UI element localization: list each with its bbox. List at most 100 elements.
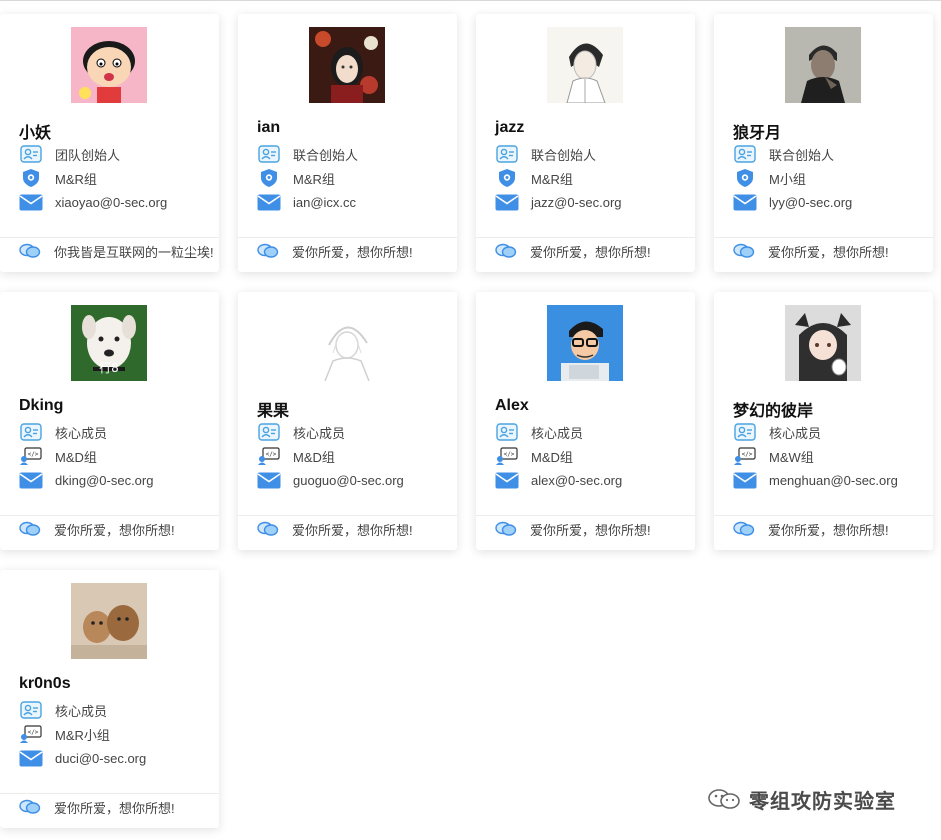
shield-icon [495, 168, 519, 188]
email-row: jazz@0-sec.org [495, 191, 622, 213]
code-person-icon: </> [19, 724, 43, 744]
member-card-3[interactable]: jazz 联合创始人 M&R组 jazz@0-sec.org 爱你所爱，想你所想… [476, 14, 695, 272]
group-label: M&R组 [55, 171, 97, 187]
role-label: 核心成员 [531, 425, 584, 441]
group-label: M&D组 [293, 449, 335, 465]
group-row: </> M&D组 [19, 445, 97, 467]
card-divider [714, 515, 933, 516]
avatar-anime-hood-girl [785, 305, 861, 381]
motto-row: 爱你所爱，想你所想! [257, 518, 413, 540]
avatar-caption: 行8 [99, 361, 119, 375]
watermark-text: 零组攻防实验室 [749, 790, 896, 813]
group-row: </> M&D组 [257, 445, 335, 467]
group-row: M&R组 [495, 167, 573, 189]
chat-bubbles-icon [257, 521, 279, 537]
avatar-sketch-boy [547, 27, 623, 103]
role-label: 联合创始人 [293, 147, 359, 163]
email-link[interactable]: guoguo@0-sec.org [293, 473, 404, 488]
role-row: 核心成员 [495, 421, 583, 443]
role-label: 核心成员 [769, 425, 822, 441]
mail-icon [733, 192, 757, 212]
chat-bubbles-icon [733, 243, 755, 259]
email-row: guoguo@0-sec.org [257, 469, 404, 491]
email-link[interactable]: duci@0-sec.org [55, 751, 146, 766]
chat-bubbles-icon [733, 521, 755, 537]
mail-icon [495, 192, 519, 212]
id-card-icon [495, 422, 519, 442]
member-card-8[interactable]: 梦幻的彼岸 核心成员 </> M&W组 menghuan@0-sec.org 爱… [714, 292, 933, 550]
role-label: 团队创始人 [55, 147, 121, 163]
mail-icon [257, 470, 281, 490]
role-row: 核心成员 [257, 421, 345, 443]
group-label: M&R小组 [55, 727, 110, 743]
email-link[interactable]: ian@icx.cc [293, 195, 356, 210]
chat-bubbles-icon [495, 243, 517, 259]
member-card-9[interactable]: kr0n0s 核心成员 </> M&R小组 duci@0-sec.org 爱你所… [0, 570, 219, 828]
id-card-icon [19, 700, 43, 720]
email-link[interactable]: xiaoyao@0-sec.org [55, 195, 167, 210]
avatar-anime-girl-red [309, 27, 385, 103]
mail-icon [19, 192, 43, 212]
member-card-4[interactable]: 狼牙月 联合创始人 M小组 lyy@0-sec.org 爱你所爱，想你所想! [714, 14, 933, 272]
email-row: duci@0-sec.org [19, 747, 146, 769]
role-label: 联合创始人 [531, 147, 597, 163]
chat-bubbles-icon [19, 799, 41, 815]
card-divider [476, 237, 695, 238]
id-card-icon [733, 422, 757, 442]
motto-row: 爱你所爱，想你所想! [19, 518, 175, 540]
member-name: 果果 [257, 403, 290, 420]
motto-text: 爱你所爱，想你所想! [292, 522, 413, 538]
email-link[interactable]: dking@0-sec.org [55, 473, 153, 488]
motto-row: 爱你所爱，想你所想! [733, 240, 889, 262]
group-label: M&D组 [531, 449, 573, 465]
email-link[interactable]: lyy@0-sec.org [769, 195, 852, 210]
role-row: 核心成员 [19, 421, 107, 443]
svg-text:</>: </> [28, 451, 39, 458]
role-row: 联合创始人 [257, 143, 358, 165]
member-card-6[interactable]: 果果 核心成员 </> M&D组 guoguo@0-sec.org 爱你所爱，想… [238, 292, 457, 550]
email-row: ian@icx.cc [257, 191, 356, 213]
role-row: 核心成员 [19, 699, 107, 721]
member-name: 梦幻的彼岸 [733, 403, 814, 420]
email-link[interactable]: menghuan@0-sec.org [769, 473, 898, 488]
role-row: 联合创始人 [733, 143, 834, 165]
role-label: 核心成员 [293, 425, 346, 441]
mail-icon [19, 748, 43, 768]
id-card-icon [19, 144, 43, 164]
id-card-icon [257, 144, 281, 164]
member-card-5[interactable]: 行8 Dking 核心成员 </> M&D组 dking@0-sec.org 爱… [0, 292, 219, 550]
avatar-white-dog: 行8 [71, 305, 147, 381]
group-label: M&D组 [55, 449, 97, 465]
member-card-2[interactable]: ian 联合创始人 M&R组 ian@icx.cc 爱你所爱，想你所想! [238, 14, 457, 272]
motto-text: 爱你所爱，想你所想! [768, 244, 889, 260]
shield-icon [257, 168, 281, 188]
member-card-7[interactable]: Alex 核心成员 </> M&D组 alex@0-sec.org 爱你所爱，想… [476, 292, 695, 550]
role-row: 团队创始人 [19, 143, 120, 165]
motto-text: 爱你所爱，想你所想! [54, 800, 175, 816]
member-name: Alex [495, 397, 529, 414]
member-name: jazz [495, 119, 525, 136]
motto-row: 爱你所爱，想你所想! [495, 240, 651, 262]
avatar-sketch-girl [309, 305, 385, 381]
role-row: 联合创始人 [495, 143, 596, 165]
role-label: 核心成员 [55, 703, 108, 719]
member-name: 狼牙月 [733, 125, 782, 142]
chat-bubbles-icon [495, 521, 517, 537]
email-row: alex@0-sec.org [495, 469, 622, 491]
email-link[interactable]: alex@0-sec.org [531, 473, 622, 488]
email-link[interactable]: jazz@0-sec.org [531, 195, 622, 210]
code-person-icon: </> [19, 446, 43, 466]
group-label: M小组 [769, 171, 806, 187]
svg-text:</>: </> [28, 729, 39, 736]
mail-icon [19, 470, 43, 490]
id-card-icon [733, 144, 757, 164]
role-label: 联合创始人 [769, 147, 835, 163]
member-name: 小妖 [19, 125, 52, 142]
chat-bubbles-icon [19, 243, 41, 259]
member-card-1[interactable]: 小妖 团队创始人 M&R组 xiaoyao@0-sec.org 你我皆是互联网的… [0, 14, 219, 272]
group-row: </> M&W组 [733, 445, 814, 467]
motto-row: 爱你所爱，想你所想! [733, 518, 889, 540]
mail-icon [495, 470, 519, 490]
avatar-two-dogs [71, 583, 147, 659]
chat-bubbles-icon [19, 521, 41, 537]
